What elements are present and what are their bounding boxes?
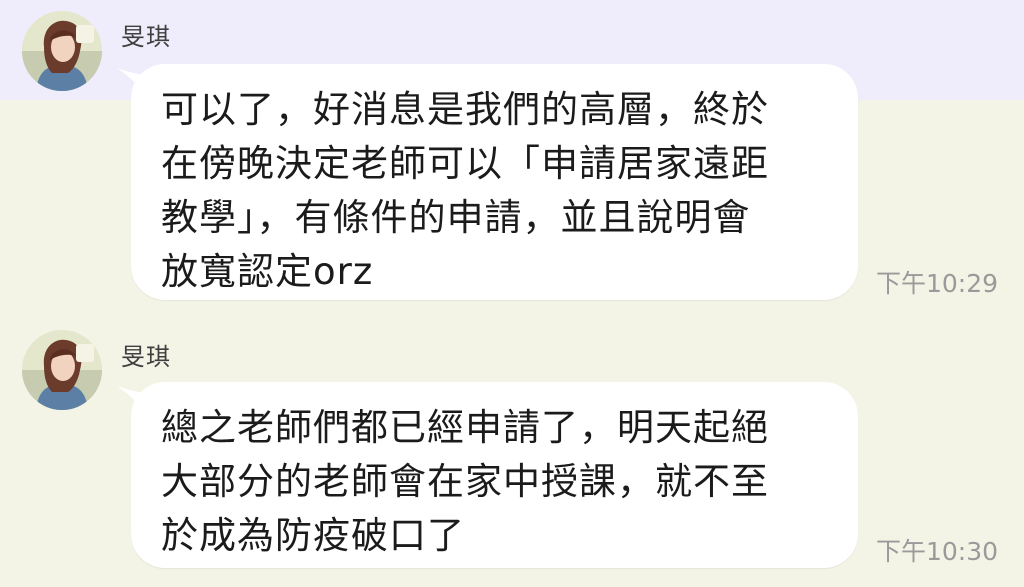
message-text-line: 大部分的老師會在家中授課，就不至: [161, 460, 769, 503]
message-timestamp: 下午10:30: [876, 537, 999, 566]
message-text-line: 於成為防疫破口了: [161, 514, 465, 557]
chat-message: 旻琪 總之老師們都已經申請了，明天起絕 大部分的老師會在家中授課，就不至 於成為…: [0, 0, 1024, 587]
bubble-tail: [117, 386, 147, 414]
user-photo-icon: [22, 330, 102, 410]
sender-name: 旻琪: [121, 343, 171, 371]
message-bubble[interactable]: 總之老師們都已經申請了，明天起絕 大部分的老師會在家中授課，就不至 於成為防疫破…: [117, 382, 858, 568]
avatar[interactable]: [22, 330, 102, 410]
message-text-line: 總之老師們都已經申請了，明天起絕: [161, 406, 769, 449]
